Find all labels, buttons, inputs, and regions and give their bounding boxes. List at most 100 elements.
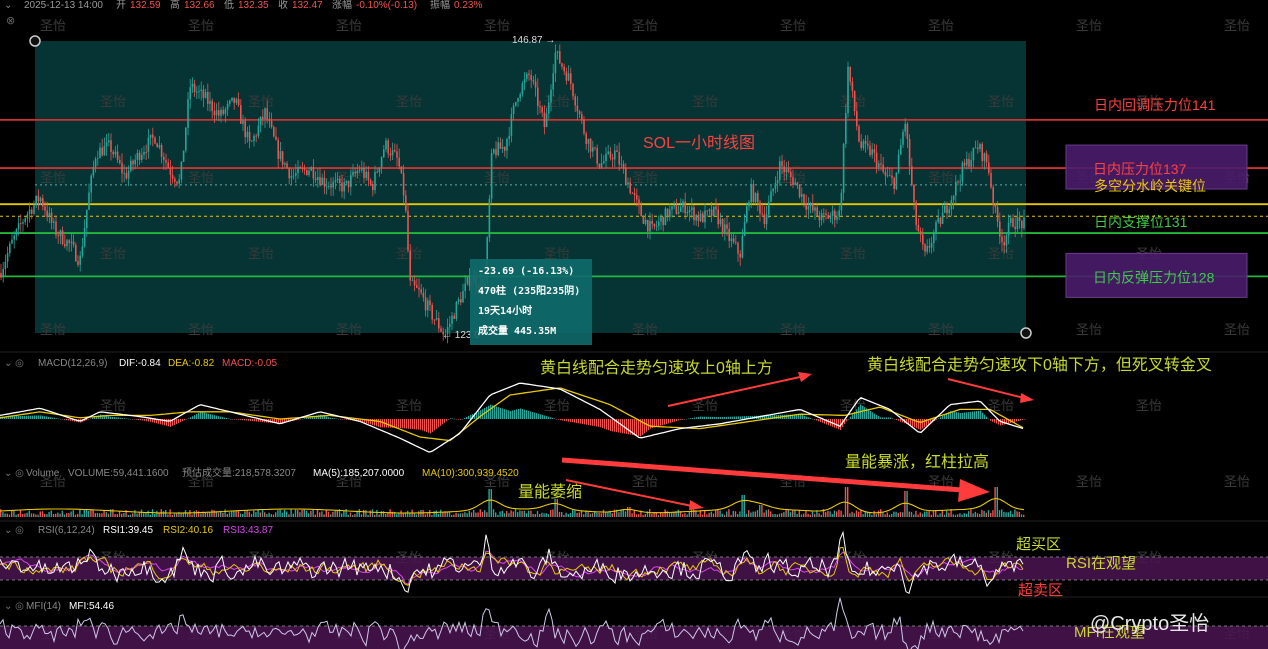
- volume-bar: [690, 509, 693, 517]
- candle-body: [125, 172, 128, 179]
- macd-histogram-bar: [534, 412, 536, 419]
- volume-bar: [954, 514, 957, 517]
- candle-body: [292, 175, 295, 177]
- volume-bar: [299, 512, 301, 517]
- watermark-text: 圣怡: [100, 94, 126, 109]
- candle-body: [614, 150, 616, 160]
- macd-histogram-bar: [184, 419, 186, 421]
- candle-body: [761, 213, 763, 215]
- volume-bar: [875, 513, 877, 517]
- volume-bar: [277, 510, 279, 517]
- volume-bar: [545, 513, 547, 517]
- candle-body: [913, 185, 915, 203]
- macd-histogram-bar: [994, 419, 996, 423]
- candle-body: [242, 120, 244, 124]
- candle-body: [763, 214, 766, 225]
- svg-text:收: 收: [278, 0, 288, 11]
- macd-histogram-bar: [608, 419, 610, 431]
- volume-bar: [928, 511, 930, 517]
- volume-bar: [264, 512, 266, 517]
- macd-histogram-bar: [944, 414, 946, 419]
- candle-body: [642, 216, 645, 224]
- volume-bar: [677, 509, 679, 517]
- volume-bar: [193, 511, 195, 517]
- collapse-icon[interactable]: ⊗: [6, 15, 15, 27]
- macd-histogram-bar: [212, 414, 214, 419]
- macd-histogram-bar: [588, 419, 590, 426]
- measure-handle-end[interactable]: [1020, 327, 1032, 339]
- candle-body: [532, 79, 535, 82]
- volume-bar: [926, 511, 928, 517]
- watermark-text: 圣怡: [840, 94, 866, 109]
- watermark-text: 圣怡: [248, 94, 274, 109]
- macd-histogram-bar: [594, 419, 596, 427]
- candle-body: [50, 212, 53, 223]
- macd-histogram-bar: [128, 418, 130, 420]
- volume-bar: [974, 511, 976, 517]
- macd-histogram-bar: [142, 419, 144, 421]
- macd-histogram-bar: [896, 419, 898, 420]
- volume-bar: [523, 510, 525, 517]
- candle-body: [900, 144, 902, 155]
- candle-body: [823, 213, 825, 214]
- volume-bar: [429, 510, 431, 517]
- macd-histogram-bar: [300, 419, 302, 420]
- volume-bar: [514, 509, 517, 517]
- volume-bar: [275, 512, 277, 517]
- volume-bar: [536, 510, 539, 517]
- candle-body: [726, 224, 728, 229]
- candle-body: [719, 219, 722, 225]
- candle-body: [138, 152, 141, 160]
- sol-hourly-chart[interactable]: ⌄ 2025-12-13 14:00 开 132.59 高 132.66 低 1…: [0, 0, 1268, 649]
- macd-histogram-bar: [626, 419, 628, 434]
- macd-histogram-bar: [140, 419, 142, 421]
- candle-body: [653, 223, 656, 227]
- volume-bar: [334, 510, 336, 517]
- macd-histogram-bar: [380, 419, 382, 428]
- candle-body: [178, 179, 180, 184]
- measure-change: -23.69 (-16.13%): [478, 266, 574, 277]
- candle-body: [394, 150, 396, 152]
- macd-histogram-bar: [984, 414, 986, 419]
- macd-histogram-bar: [236, 419, 238, 420]
- candle-body: [169, 167, 172, 175]
- macd-histogram-bar: [956, 412, 958, 419]
- macd-histogram-bar: [600, 419, 602, 428]
- measure-handle-start[interactable]: [29, 35, 41, 47]
- watermark-text: 圣怡: [100, 246, 126, 261]
- volume-bar: [1012, 513, 1014, 517]
- macd-histogram-bar: [52, 417, 54, 419]
- macd-histogram-bar: [26, 415, 28, 419]
- volume-bar: [697, 514, 699, 517]
- candle-body: [257, 125, 260, 137]
- volume-bar: [976, 513, 979, 517]
- candle-body: [792, 176, 794, 186]
- candle-body: [121, 162, 123, 174]
- svg-text:MA(10):300,939.4520: MA(10):300,939.4520: [422, 468, 519, 479]
- watermark-text: 圣怡: [1076, 18, 1102, 33]
- macd-histogram-bar: [730, 416, 732, 419]
- candle-body: [420, 289, 422, 293]
- candle-body: [882, 164, 884, 172]
- macd-histogram-bar: [340, 419, 342, 420]
- candle-body: [583, 119, 585, 134]
- svg-text:预估成交量:218,578.3207: 预估成交量:218,578.3207: [182, 466, 296, 479]
- candle-body: [1012, 218, 1014, 227]
- volume-bar: [776, 514, 778, 517]
- volume-bar: [996, 487, 998, 517]
- candle-body: [4, 261, 7, 269]
- candle-body: [603, 161, 605, 164]
- candle-body: [332, 181, 334, 188]
- candle-body: [772, 188, 774, 192]
- macd-histogram-bar: [254, 419, 256, 422]
- candle-body: [127, 170, 130, 179]
- volume-bar: [481, 511, 484, 517]
- candle-body: [259, 116, 262, 126]
- candle-body: [622, 163, 625, 169]
- volume-bar: [723, 514, 726, 517]
- candle-body: [567, 73, 570, 81]
- volume-bar: [440, 509, 442, 517]
- candle-body: [286, 163, 288, 169]
- candle-body: [237, 99, 240, 106]
- candle-body: [427, 300, 429, 311]
